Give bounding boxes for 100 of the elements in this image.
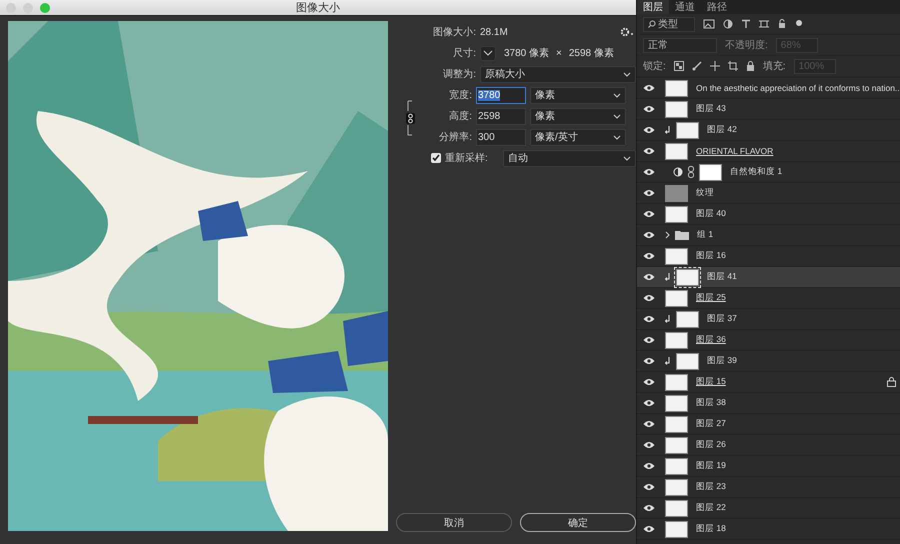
folder-icon: [675, 230, 689, 240]
eye-icon[interactable]: [643, 273, 655, 281]
search-icon: [648, 20, 656, 28]
eye-icon[interactable]: [643, 336, 655, 344]
layer-row[interactable]: 图层 42: [637, 120, 900, 141]
layer-row[interactable]: 图层 41: [637, 267, 900, 288]
layer-name: 图层 16: [696, 250, 726, 262]
filter-dropdown[interactable]: 类型: [643, 16, 695, 32]
window-title: 图像大小: [295, 1, 341, 15]
eye-icon[interactable]: [643, 504, 655, 512]
layer-row[interactable]: 图层 26: [637, 435, 900, 456]
image-size-value: 28.1M: [480, 26, 508, 38]
layer-row[interactable]: 图层 39: [637, 351, 900, 372]
chevron-icon: [483, 50, 493, 56]
layer-row[interactable]: On the aesthetic appreciation of it conforms to nation...: [637, 78, 900, 99]
half-circle-icon[interactable]: [723, 19, 733, 29]
layer-name: 图层 43: [696, 103, 726, 115]
eye-icon[interactable]: [643, 147, 655, 155]
layer-thumbnail: [665, 332, 688, 348]
layer-row[interactable]: 图层 43: [637, 99, 900, 120]
number-field[interactable]: 3780: [476, 86, 526, 104]
opacity-label: 不透明度:: [725, 38, 768, 52]
field-label: 高度:: [448, 110, 472, 123]
layer-row[interactable]: 图层 18: [637, 519, 900, 540]
layer-thumbnail: [665, 142, 688, 160]
layer-name: 图层 18: [696, 523, 726, 535]
layer-thumbnail: [665, 458, 688, 474]
layer-name: On the aesthetic appreciation of it conforms to nation...: [696, 83, 900, 93]
layer-row[interactable]: ORIENTAL FLAVOR: [637, 141, 900, 162]
layer-row[interactable]: 图层 27: [637, 414, 900, 435]
ok-button[interactable]: 确定: [520, 513, 636, 532]
eye-icon[interactable]: [643, 126, 655, 134]
layer-name: 图层 37: [707, 313, 737, 325]
eye-icon[interactable]: [643, 231, 655, 239]
eye-icon[interactable]: [643, 252, 655, 260]
layer-row[interactable]: 图层 36: [637, 330, 900, 351]
layer-thumbnail: [665, 436, 688, 454]
layer-row[interactable]: 图层 19: [637, 456, 900, 477]
panel-tab[interactable]: 图层: [637, 0, 669, 14]
layer-mask-thumbnail: [699, 164, 722, 180]
number-field[interactable]: 2598: [476, 108, 526, 124]
dimensions-unit-dropdown[interactable]: [480, 46, 496, 60]
layer-row[interactable]: 图层 37: [637, 309, 900, 330]
layer-row[interactable]: 图层 25: [637, 288, 900, 309]
unit-dropdown[interactable]: 像素/英寸: [530, 128, 626, 146]
checkerboard-icon[interactable]: [674, 61, 684, 71]
layer-name: 图层 15: [696, 376, 726, 388]
eye-icon[interactable]: [643, 105, 655, 113]
blend-mode-dropdown[interactable]: 正常: [643, 38, 717, 52]
eye-icon[interactable]: [643, 189, 655, 197]
eye-icon[interactable]: [643, 420, 655, 428]
eye-icon[interactable]: [643, 462, 655, 470]
text-icon[interactable]: [741, 19, 751, 29]
number-field[interactable]: 300: [476, 128, 526, 146]
layer-row[interactable]: 自然饱和度 1: [637, 162, 900, 183]
transform-icon[interactable]: [759, 19, 769, 29]
layer-name: 图层 40: [696, 208, 726, 220]
eye-icon[interactable]: [643, 357, 655, 365]
chevron-icon: [613, 134, 621, 140]
eye-icon[interactable]: [643, 84, 655, 92]
crop-icon[interactable]: [728, 61, 738, 71]
chain-link-icon[interactable]: [406, 100, 416, 136]
layer-name: 图层 23: [696, 481, 726, 493]
resample-dropdown[interactable]: 自动: [503, 150, 636, 166]
layer-row[interactable]: 图层 23: [637, 477, 900, 498]
fit-to-dropdown[interactable]: 原稿大小: [480, 66, 636, 82]
settings-icon[interactable]: [620, 27, 634, 37]
eye-icon[interactable]: [643, 294, 655, 302]
resample-checkbox[interactable]: [431, 153, 441, 163]
layer-thumbnail: [665, 248, 688, 264]
chain-link-icon[interactable]: [688, 166, 694, 178]
layer-row[interactable]: 图层 15: [637, 372, 900, 393]
eye-icon[interactable]: [643, 399, 655, 407]
eye-icon[interactable]: [643, 378, 655, 386]
move-icon[interactable]: [710, 61, 720, 71]
layer-row[interactable]: 图层 38: [637, 393, 900, 414]
image-icon[interactable]: [703, 19, 715, 29]
dimensions-label: 尺寸:: [452, 46, 476, 60]
eye-icon[interactable]: [643, 441, 655, 449]
eye-icon[interactable]: [643, 525, 655, 533]
panel-tab[interactable]: 通道: [669, 0, 701, 14]
brush-icon[interactable]: [692, 61, 702, 71]
eye-icon[interactable]: [643, 168, 655, 176]
layer-row[interactable]: 组 1: [637, 225, 900, 246]
layer-name: 自然饱和度 1: [730, 166, 782, 178]
layer-row[interactable]: 图层 22: [637, 498, 900, 519]
panel-tab[interactable]: 路径: [701, 0, 733, 14]
toggle-dot-icon[interactable]: [795, 19, 803, 29]
eye-icon[interactable]: [643, 210, 655, 218]
unit-dropdown[interactable]: 像素: [530, 86, 626, 104]
layer-thumbnail: [676, 352, 699, 370]
layer-row[interactable]: 纹理: [637, 183, 900, 204]
unit-dropdown[interactable]: 像素: [530, 108, 626, 124]
layer-thumbnail: [665, 416, 688, 432]
eye-icon[interactable]: [643, 483, 655, 491]
lock-icon[interactable]: [746, 61, 755, 71]
eye-icon[interactable]: [643, 315, 655, 323]
layer-row[interactable]: 图层 40: [637, 204, 900, 225]
adjustment-icon: [673, 167, 683, 177]
cancel-button[interactable]: 取消: [396, 513, 512, 532]
